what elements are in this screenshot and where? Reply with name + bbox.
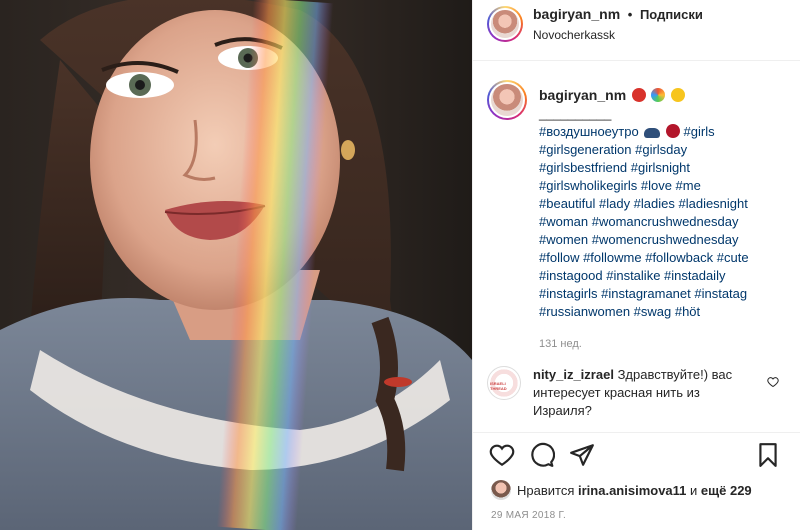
portrait-image — [0, 0, 472, 530]
hashtag-line[interactable]: #women #womencrushwednesday — [539, 231, 749, 249]
hashtag-line[interactable]: #instagirls #instagramanet #instatag — [539, 285, 749, 303]
cloud-icon — [644, 128, 661, 138]
commenter-username[interactable]: nity_iz_izrael — [533, 367, 614, 382]
caption-underline: __________ — [539, 106, 612, 121]
hashtag-line[interactable]: #girlsgeneration #girlsday — [539, 141, 749, 159]
comment-icon[interactable] — [529, 442, 555, 468]
hashtag-line[interactable]: #instagood #instalike #instadaily — [539, 267, 749, 285]
share-icon[interactable] — [569, 442, 595, 468]
likes-prefix: Нравится — [517, 482, 575, 498]
caption-avatar[interactable] — [487, 80, 527, 120]
actions-divider — [473, 432, 800, 433]
hashtag-line[interactable]: #russianwomen #swag #höt — [539, 303, 749, 321]
likes-middle: и — [690, 482, 698, 498]
likes-count[interactable]: ещё 229 — [701, 483, 752, 498]
caption: bagiryan_nm __________ #воздушноеутро #g… — [487, 80, 787, 353]
hashtag-line[interactable]: #beautiful #lady #ladies #ladiesnight — [539, 195, 749, 213]
separator-dot: • — [627, 7, 633, 22]
caption-time[interactable]: 131 нед. — [539, 335, 749, 353]
commenter-avatar[interactable]: ISRAELI THREAD — [487, 366, 521, 400]
author-username[interactable]: bagiryan_nm — [533, 6, 620, 22]
author-avatar[interactable] — [487, 6, 523, 42]
post-location[interactable]: Novocherkassk — [533, 28, 703, 42]
comment-like-icon[interactable] — [767, 376, 779, 388]
likes-row: Нравится irina.anisimova11 и ещё 229 — [491, 480, 752, 500]
ladybug-icon — [631, 88, 646, 102]
following-button[interactable]: Подписки — [640, 7, 703, 22]
post-date[interactable]: 29 МАЯ 2018 Г. — [491, 510, 566, 521]
action-bar — [487, 442, 787, 472]
header-divider — [473, 60, 800, 61]
hashtag-line[interactable]: #follow #followme #followback #cute — [539, 249, 749, 267]
liker-avatar[interactable] — [491, 480, 511, 500]
post-header: bagiryan_nm • Подписки Novocherkassk — [487, 6, 703, 42]
sun-icon — [671, 88, 686, 102]
hashtag-line[interactable]: #girlsbestfriend #girlsnight — [539, 159, 749, 177]
save-icon[interactable] — [755, 442, 781, 468]
like-icon[interactable] — [489, 442, 515, 468]
caption-username[interactable]: bagiryan_nm — [539, 87, 626, 103]
hashtag-link[interactable]: #girls — [684, 124, 715, 139]
post-panel: bagiryan_nm • Подписки Novocherkassk bag… — [472, 0, 800, 530]
rainbow-icon — [651, 88, 666, 102]
commenter-avatar-text: ISRAELI THREAD — [490, 381, 507, 391]
liker-username[interactable]: irina.anisimova11 — [578, 483, 686, 498]
cherries-icon — [665, 124, 680, 138]
hashtag-line[interactable]: #woman #womancrushwednesday — [539, 213, 749, 231]
comment-item: ISRAELI THREAD nity_iz_izrael Здравствуй… — [487, 366, 787, 420]
hashtag-line[interactable]: #girlswholikegirls #love #me — [539, 177, 749, 195]
post-photo[interactable] — [0, 0, 472, 530]
hashtag-link[interactable]: #воздушноеутро — [539, 124, 639, 139]
